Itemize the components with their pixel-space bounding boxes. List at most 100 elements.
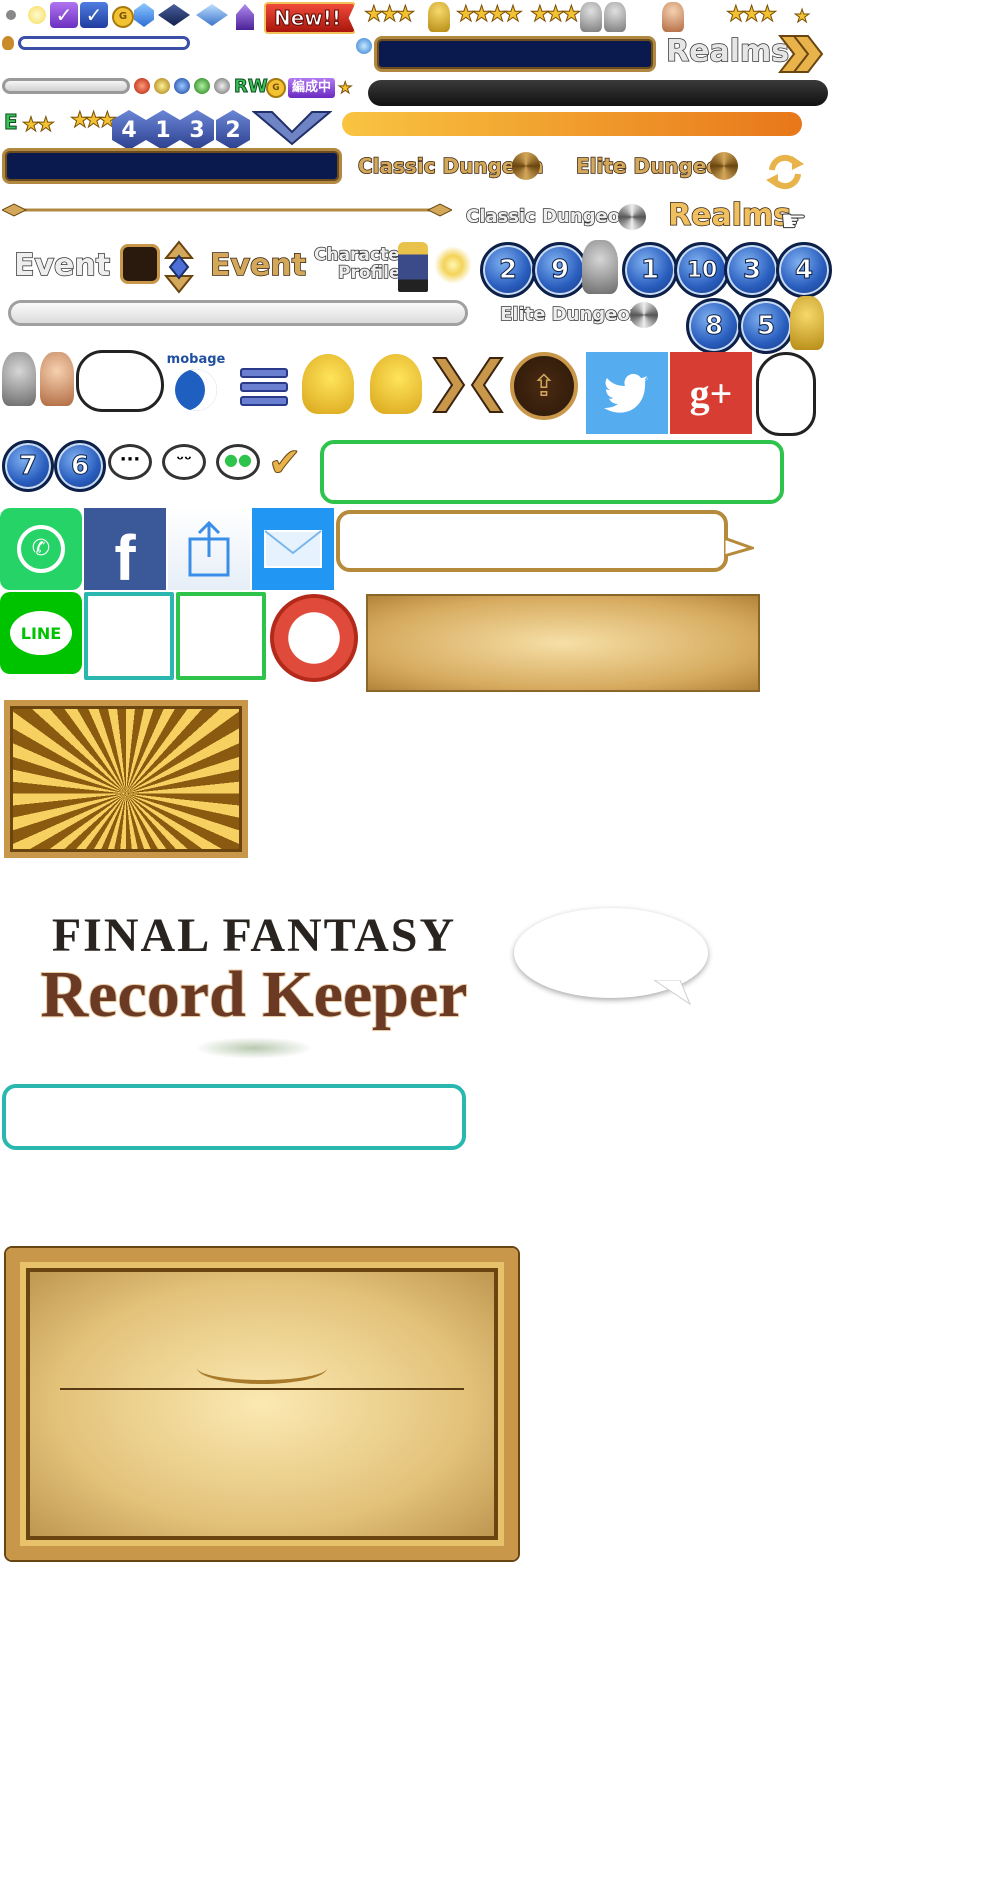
single-star-icon: ★ [793,6,811,28]
double-chevron-right-icon [778,35,824,73]
element-orb-green-icon [194,78,210,94]
chat-bubble-green-icon[interactable]: ●● [216,444,260,480]
chat-bubble-face-icon[interactable]: ᵕᵕ [162,444,206,480]
line-button[interactable]: LINE [0,592,82,674]
share-icon: ⇪ [531,368,557,404]
whatsapp-button[interactable]: ✆ [0,508,82,590]
rw-badge: RW [234,76,269,98]
light-diamond-icon [196,4,228,26]
new-badge: New!! [264,2,356,34]
chocobo-statue-gold-icon [428,2,450,32]
pointing-hand-small-icon: ☛ [780,204,808,240]
swirl-icon [512,152,540,180]
moogle-statue-icon [662,2,684,32]
gplus-label: g+ [689,370,733,416]
up-down-arrows-icon[interactable] [164,240,194,294]
line-bubble: LINE [10,611,72,655]
gil-coin-icon-2: G [266,78,286,98]
round-number-3: 3 [724,242,780,298]
gil-coin-icon: G [112,6,134,28]
grey-statue-icon-3 [2,352,36,406]
moogle-emblem-icon [270,594,358,682]
rarity-stars-2b: ★★ [22,112,56,137]
round-number-8: 8 [686,298,742,354]
green-square-frame[interactable] [176,592,266,680]
character-profile-line1: Character [313,245,409,265]
teal-square-frame[interactable] [84,592,174,680]
whatsapp-phone-icon: ✆ [17,525,65,573]
grey-swirl-icon-2 [630,302,658,328]
pixel-character-sprite [398,242,428,292]
rarity-stars-4: ★★★★ [456,2,524,28]
mail-button[interactable] [252,508,334,590]
element-orb-blue-icon [174,78,190,94]
element-orb-fire-icon [134,78,150,94]
new-label: New!! [273,6,342,31]
dark-slot-button[interactable] [120,244,160,284]
chocobo-sprite-2 [370,354,422,414]
orange-gauge-bar [342,112,802,136]
chat-bubble-dots-icon[interactable]: ··· [108,444,152,480]
round-number-2: 2 [480,242,536,298]
frame-flourish-icon [197,1352,327,1384]
hex-number-3: 3 [180,110,214,150]
green-text-frame[interactable] [320,440,784,504]
google-plus-button[interactable]: g+ [670,352,752,434]
hex-number-4: 4 [112,110,146,150]
small-grey-dot-icon [6,10,16,20]
purple-check-icon: ✓ [50,2,78,28]
twitter-bird-icon [604,373,648,413]
arrow-left-icon[interactable] [470,356,504,414]
ios-share-button[interactable] [168,508,250,590]
small-star-outline-icon: ★ [337,78,353,98]
twitter-button[interactable] [586,352,668,434]
rarity-stars-2: ★★★ [529,2,581,28]
share-round-button[interactable]: ⇪ [510,352,578,420]
hex-number-2: 2 [216,110,250,150]
round-number-7: 7 [2,440,54,492]
round-number-5: 5 [738,298,794,354]
flame-icon [2,36,14,50]
round-number-9: 9 [532,242,588,298]
yellow-orb-icon [28,6,46,24]
hex-number-1: 1 [146,110,180,150]
blue-crystal-icon [134,3,154,27]
gold-chocobo-statue-icon [790,296,824,350]
facebook-button[interactable]: f [84,508,166,594]
event-grey-label: Event [13,247,111,284]
silver-statue-icon-2 [604,2,626,32]
realms-banner-label: Realms [665,33,790,70]
rarity-stars-3b: ★★★ [725,2,777,28]
arrow-right-icon[interactable] [432,356,466,414]
facebook-f-icon: f [114,522,136,594]
moogle-statue-icon-2 [40,352,74,406]
teal-text-frame[interactable] [2,1084,466,1150]
grey-chocobo-statue-icon [582,240,618,294]
speech-bubble-tail [724,536,754,558]
rarity-stars-3: ★★★ [363,2,415,28]
silver-pill-bar [8,300,468,326]
envelope-icon [264,530,322,568]
mobage-logo[interactable]: mobage [164,352,228,416]
swirl-icon-2 [710,152,738,180]
character-profile-label: Character Profile [313,245,409,283]
logo-ornament [194,1037,314,1059]
rarity-stars-3c: ★★★ [69,108,117,134]
white-speech-bubble-tail [654,980,692,1006]
purple-gem-icon [236,4,254,30]
black-bar [368,80,828,106]
chevron-down-icon[interactable] [252,110,332,146]
speech-bubble-gold-frame [336,510,728,572]
elite-dungeon-grey-label: Elite Dungeon [499,303,643,326]
gold-divider-line [2,203,452,217]
grey-swirl-icon [618,204,646,230]
refresh-icon[interactable] [764,152,806,192]
pointing-hand-large-icon [76,350,164,412]
navy-title-bar-1 [374,36,656,72]
character-profile-line2: Profile [337,263,401,283]
logo-line2: Record Keeper [40,957,469,1032]
gold-check-icon[interactable]: ✔ [268,440,303,487]
parchment-panel [366,594,760,692]
hamburger-menu-icon[interactable] [240,364,288,406]
pointing-hand-down-icon [756,352,816,436]
